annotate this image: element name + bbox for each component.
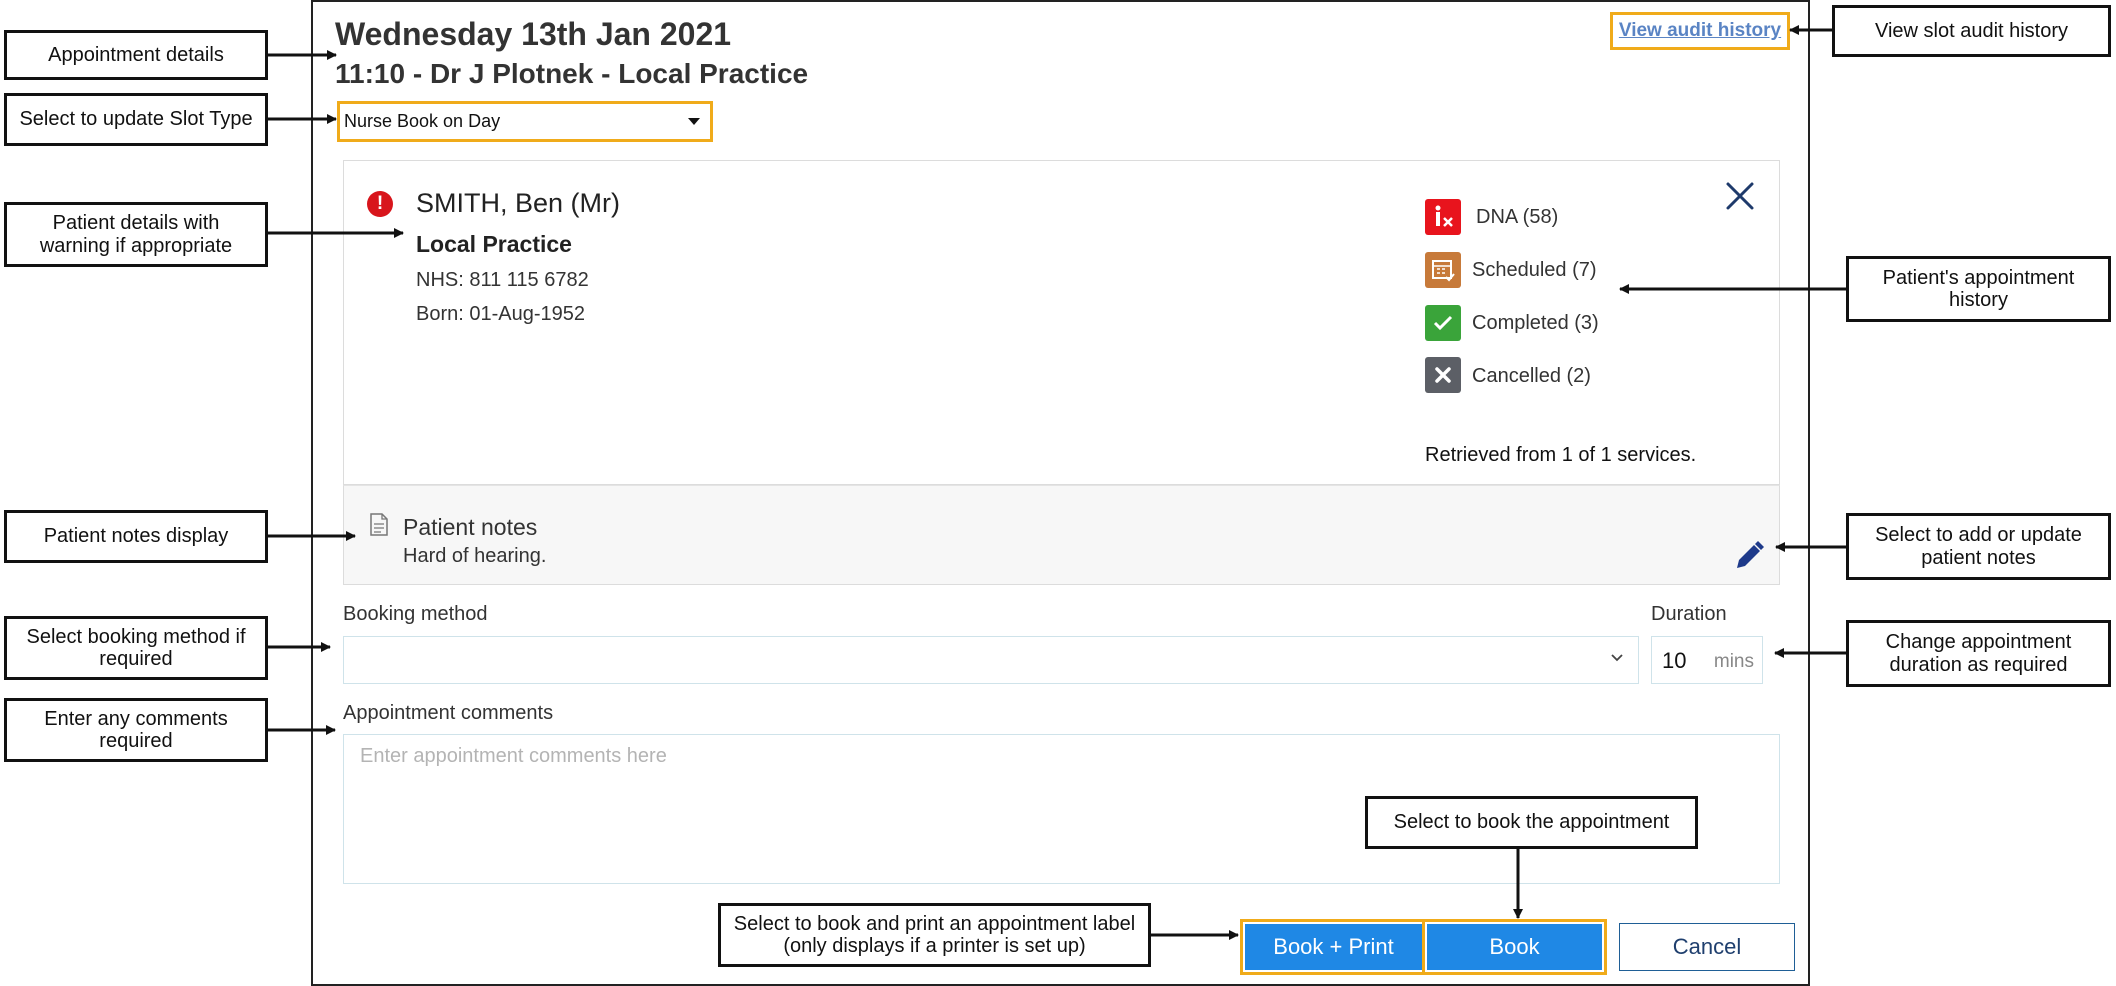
patient-notes-text: Hard of hearing. (403, 545, 547, 567)
patient-notes-title: Patient notes (403, 514, 538, 540)
callout-duration: Change appointment duration as required (1846, 620, 2111, 687)
close-icon[interactable] (1725, 181, 1755, 211)
appointment-slot-title: 11:10 - Dr J Plotnek - Local Practice (335, 58, 809, 89)
callout-patient-notes: Patient notes display (4, 510, 268, 563)
booking-method-select[interactable] (343, 636, 1639, 684)
callout-slot-type: Select to update Slot Type (4, 93, 268, 146)
callout-appointment-history: Patient's appointment history (1846, 256, 2111, 322)
history-scheduled: Scheduled (7) (1472, 259, 1597, 281)
duration-value: 10 (1662, 648, 1687, 673)
history-completed: Completed (3) (1472, 312, 1599, 334)
slot-type-select[interactable]: Nurse Book on Day (337, 101, 713, 142)
patient-notes-panel (343, 485, 1780, 585)
warning-icon: ! (367, 191, 393, 217)
patient-nhs-number: NHS: 811 115 6782 (416, 269, 589, 291)
patient-practice: Local Practice (416, 231, 572, 257)
retrieved-services-text: Retrieved from 1 of 1 services. (1425, 444, 1697, 466)
button-separator (1422, 919, 1425, 975)
callout-book-print: Select to book and print an appointment … (718, 903, 1151, 967)
duration-unit: mins (1713, 651, 1754, 672)
cancel-button[interactable]: Cancel (1619, 923, 1795, 971)
callout-audit-history: View slot audit history (1832, 5, 2111, 57)
history-dna: DNA (58) (1476, 206, 1559, 228)
view-audit-history-link[interactable]: View audit history (1610, 12, 1790, 50)
history-cancelled: Cancelled (2) (1472, 365, 1591, 387)
patient-dob: Born: 01-Aug-1952 (416, 303, 586, 325)
caret-down-icon (688, 118, 700, 125)
cross-icon (1425, 357, 1461, 393)
dna-icon (1425, 199, 1461, 235)
pencil-icon[interactable] (1733, 540, 1765, 572)
patient-name: SMITH, Ben (Mr) (416, 188, 621, 218)
duration-label: Duration (1651, 603, 1727, 625)
callout-book: Select to book the appointment (1365, 796, 1698, 849)
calendar-icon (1425, 252, 1461, 288)
book-print-button[interactable]: Book + Print (1245, 924, 1422, 970)
booking-method-label: Booking method (343, 603, 488, 625)
check-icon (1425, 305, 1461, 341)
callout-appointment-details: Appointment details (4, 30, 268, 80)
callout-update-notes: Select to add or update patient notes (1846, 513, 2111, 580)
appointment-comments-label: Appointment comments (343, 702, 554, 724)
chevron-down-icon (1611, 654, 1623, 662)
slot-type-value: Nurse Book on Day (344, 111, 501, 131)
document-icon (370, 513, 388, 536)
callout-booking-method: Select booking method if required (4, 616, 268, 680)
callout-patient-details: Patient details with warning if appropri… (4, 202, 268, 267)
duration-input[interactable]: 10 mins (1651, 636, 1763, 684)
book-button[interactable]: Book (1427, 924, 1602, 970)
appointment-date-title: Wednesday 13th Jan 2021 (335, 16, 732, 52)
callout-comments: Enter any comments required (4, 698, 268, 762)
